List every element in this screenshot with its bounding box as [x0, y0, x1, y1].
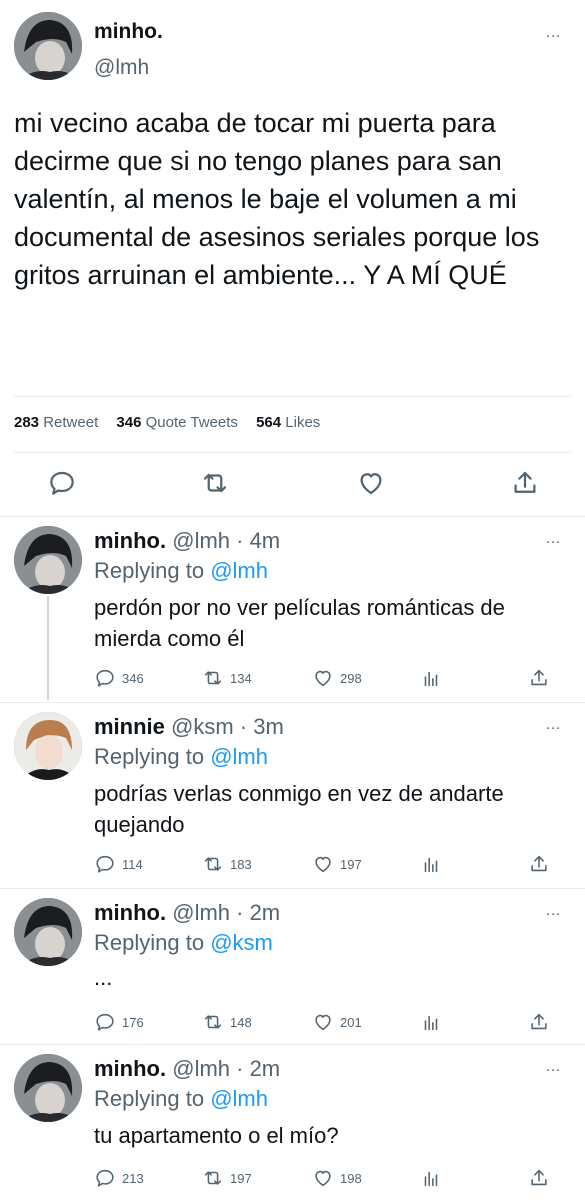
reply-actions: 114 183 197 — [94, 852, 564, 876]
more-icon[interactable]: … — [545, 531, 562, 547]
share-icon — [531, 669, 547, 686]
reply-button[interactable]: 346 — [94, 666, 144, 690]
main-author-name[interactable]: minho. — [94, 20, 163, 44]
retweet-icon — [204, 1015, 222, 1029]
replying-to: Replying to @lmh — [94, 744, 268, 769]
share-button[interactable] — [528, 666, 556, 690]
separator — [0, 702, 585, 703]
retweet-button[interactable]: 197 — [202, 1166, 252, 1190]
reply-actions: 346 134 298 — [94, 666, 564, 690]
share-icon[interactable] — [510, 468, 540, 498]
replying-to: Replying to @lmh — [94, 558, 268, 583]
share-button[interactable] — [528, 1010, 556, 1034]
replying-to: Replying to @ksm — [94, 930, 273, 955]
reply-text: ... — [94, 965, 113, 990]
reply-icon — [96, 669, 114, 687]
replying-to-link[interactable]: @lmh — [210, 558, 268, 583]
reply-avatar[interactable] — [14, 898, 82, 966]
retweet-icon — [204, 857, 222, 871]
retweet-icon — [204, 1171, 222, 1185]
like-icon — [315, 1170, 331, 1187]
reply-button[interactable]: 114 — [94, 852, 143, 876]
analytics-button[interactable] — [420, 1166, 448, 1190]
reply-avatar[interactable] — [14, 526, 82, 594]
like-icon — [315, 856, 331, 873]
share-icon — [531, 855, 547, 872]
reply-text: tu apartamento o el mío? — [94, 1123, 339, 1148]
main-tweet-text: mi vecino acaba de tocar mi puerta para … — [14, 108, 540, 290]
analytics-button[interactable] — [420, 666, 448, 690]
separator — [0, 888, 585, 889]
reply-author[interactable]: minho. @lmh · 4m — [94, 528, 280, 554]
likes-stat[interactable]: 564 Likes — [256, 414, 320, 431]
analytics-icon — [424, 1015, 438, 1031]
main-author-handle[interactable]: @lmh — [94, 56, 149, 80]
like-button[interactable]: 201 — [312, 1010, 362, 1034]
like-button[interactable]: 198 — [312, 1166, 362, 1190]
like-icon — [315, 1014, 331, 1031]
share-button[interactable] — [528, 852, 556, 876]
share-icon — [531, 1013, 547, 1030]
analytics-icon — [424, 671, 438, 687]
reply-author[interactable]: minho. @lmh · 2m — [94, 1056, 280, 1082]
divider — [14, 396, 571, 397]
retweet-icon[interactable] — [200, 468, 230, 498]
quote-stat[interactable]: 346 Quote Tweets — [116, 414, 237, 431]
reply-avatar[interactable] — [14, 712, 82, 780]
retweet-icon — [204, 671, 222, 685]
main-avatar[interactable] — [14, 12, 82, 80]
retweet-stat[interactable]: 283 Retweet — [14, 414, 98, 431]
separator — [0, 1044, 585, 1045]
more-icon[interactable]: … — [545, 717, 562, 733]
reply-button[interactable]: 176 — [94, 1010, 144, 1034]
replying-to-link[interactable]: @lmh — [210, 1086, 268, 1111]
thread-line — [47, 596, 49, 700]
analytics-button[interactable] — [420, 1010, 448, 1034]
share-icon — [531, 1169, 547, 1186]
more-icon[interactable]: … — [545, 25, 562, 41]
replying-to-link[interactable]: @ksm — [210, 930, 273, 955]
retweet-button[interactable]: 183 — [202, 852, 252, 876]
reply-icon — [96, 1169, 114, 1187]
more-icon[interactable]: … — [545, 1059, 562, 1075]
more-icon[interactable]: … — [545, 903, 562, 919]
like-icon — [315, 670, 331, 687]
reply-text: perdón por no ver películas románticas d… — [94, 595, 505, 651]
retweet-button[interactable]: 134 — [202, 666, 252, 690]
tweet-stats: 283 Retweet 346 Quote Tweets 564 Likes — [14, 414, 334, 431]
separator — [0, 516, 585, 517]
reply-author[interactable]: minho. @lmh · 2m — [94, 900, 280, 926]
share-button[interactable] — [528, 1166, 556, 1190]
analytics-button[interactable] — [420, 852, 448, 876]
like-button[interactable]: 298 — [312, 666, 362, 690]
reply-avatar[interactable] — [14, 1054, 82, 1122]
reply-button[interactable]: 213 — [94, 1166, 144, 1190]
reply-actions: 176 148 201 — [94, 1010, 564, 1034]
like-button[interactable]: 197 — [312, 852, 362, 876]
replying-to: Replying to @lmh — [94, 1086, 268, 1111]
reply-actions: 213 197 198 — [94, 1166, 564, 1190]
reply-icon — [96, 855, 114, 873]
reply-icon[interactable] — [47, 468, 77, 498]
retweet-button[interactable]: 148 — [202, 1010, 252, 1034]
like-icon[interactable] — [356, 468, 386, 498]
analytics-icon — [424, 857, 438, 873]
replying-to-link[interactable]: @lmh — [210, 744, 268, 769]
divider — [14, 452, 571, 453]
reply-author[interactable]: minnie @ksm · 3m — [94, 714, 284, 740]
reply-icon — [96, 1013, 114, 1031]
analytics-icon — [424, 1171, 438, 1187]
reply-text: podrías verlas conmigo en vez de andarte… — [94, 781, 504, 837]
